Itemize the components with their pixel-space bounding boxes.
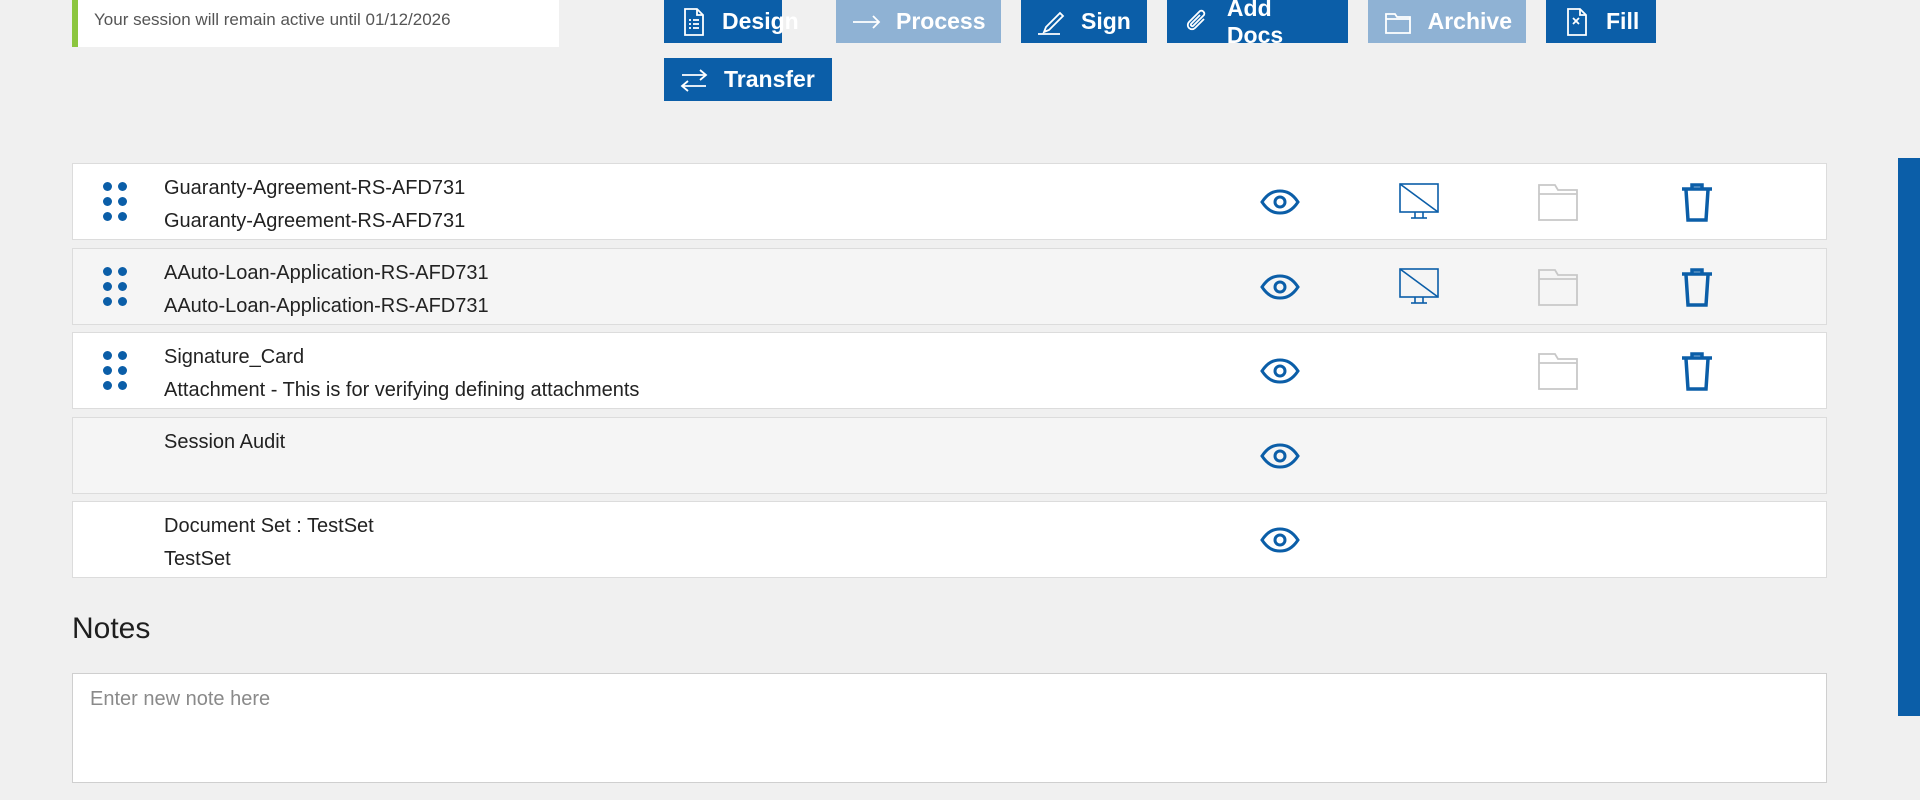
folder-icon bbox=[1536, 265, 1580, 309]
archive-label: Archive bbox=[1427, 8, 1512, 34]
notes-input[interactable] bbox=[72, 673, 1827, 783]
document-row: AAuto-Loan-Application-RS-AFD731 AAuto-L… bbox=[72, 248, 1827, 325]
sign-button[interactable]: Sign bbox=[1021, 0, 1147, 43]
add-docs-button[interactable]: Add Docs bbox=[1167, 0, 1348, 48]
session-banner: Your session will remain active until 01… bbox=[72, 0, 559, 47]
pen-icon bbox=[1035, 6, 1067, 38]
document-title: Session Audit bbox=[164, 431, 286, 453]
drag-handle-icon[interactable] bbox=[103, 267, 131, 309]
document-title: Guaranty-Agreement-RS-AFD731 bbox=[164, 177, 466, 199]
design-button[interactable]: Design bbox=[664, 0, 799, 43]
monitor-off-icon[interactable] bbox=[1397, 180, 1441, 224]
archive-button[interactable]: Archive bbox=[1368, 0, 1526, 43]
session-message: Your session will remain active until 01… bbox=[94, 10, 451, 29]
process-button[interactable]: Process bbox=[836, 0, 1001, 43]
document-title: Signature_Card bbox=[164, 346, 305, 368]
add-docs-label: Add Docs bbox=[1226, 0, 1284, 48]
paperclip-icon bbox=[1181, 6, 1213, 38]
document-subtitle: AAuto-Loan-Application-RS-AFD731 bbox=[164, 295, 489, 317]
scrollbar[interactable] bbox=[1898, 158, 1920, 716]
eye-icon[interactable] bbox=[1258, 518, 1302, 562]
eye-icon[interactable] bbox=[1258, 265, 1302, 309]
fill-label: Fill bbox=[1606, 8, 1640, 34]
document-title: AAuto-Loan-Application-RS-AFD731 bbox=[164, 262, 489, 284]
trash-icon[interactable] bbox=[1675, 180, 1719, 224]
document-list-icon bbox=[678, 6, 708, 38]
monitor-off-icon[interactable] bbox=[1397, 265, 1441, 309]
form-fill-icon bbox=[1560, 6, 1592, 38]
folder-icon bbox=[1382, 6, 1414, 38]
document-title: Document Set : TestSet bbox=[164, 515, 374, 537]
document-subtitle: TestSet bbox=[164, 548, 231, 570]
folder-icon bbox=[1536, 349, 1580, 393]
document-row: Document Set : TestSet TestSet bbox=[72, 501, 1827, 578]
fill-button[interactable]: Fill bbox=[1546, 0, 1656, 43]
design-label: Design bbox=[722, 8, 799, 34]
arrow-right-icon bbox=[850, 6, 882, 38]
document-subtitle: Attachment - This is for verifying defin… bbox=[164, 379, 640, 401]
transfer-button[interactable]: Transfer bbox=[664, 58, 832, 101]
sign-label: Sign bbox=[1081, 8, 1131, 34]
document-subtitle: Guaranty-Agreement-RS-AFD731 bbox=[164, 210, 466, 232]
transfer-label: Transfer bbox=[724, 66, 815, 92]
transfer-arrows-icon bbox=[678, 64, 710, 96]
notes-heading: Notes bbox=[72, 612, 151, 645]
document-row: Signature_Card Attachment - This is for … bbox=[72, 332, 1827, 409]
eye-icon[interactable] bbox=[1258, 180, 1302, 224]
document-row: Guaranty-Agreement-RS-AFD731 Guaranty-Ag… bbox=[72, 163, 1827, 240]
document-row: Session Audit bbox=[72, 417, 1827, 494]
drag-handle-icon[interactable] bbox=[103, 182, 131, 224]
eye-icon[interactable] bbox=[1258, 349, 1302, 393]
drag-handle-icon[interactable] bbox=[103, 351, 131, 393]
eye-icon[interactable] bbox=[1258, 434, 1302, 478]
trash-icon[interactable] bbox=[1675, 349, 1719, 393]
folder-icon bbox=[1536, 180, 1580, 224]
trash-icon[interactable] bbox=[1675, 265, 1719, 309]
process-label: Process bbox=[896, 8, 986, 34]
